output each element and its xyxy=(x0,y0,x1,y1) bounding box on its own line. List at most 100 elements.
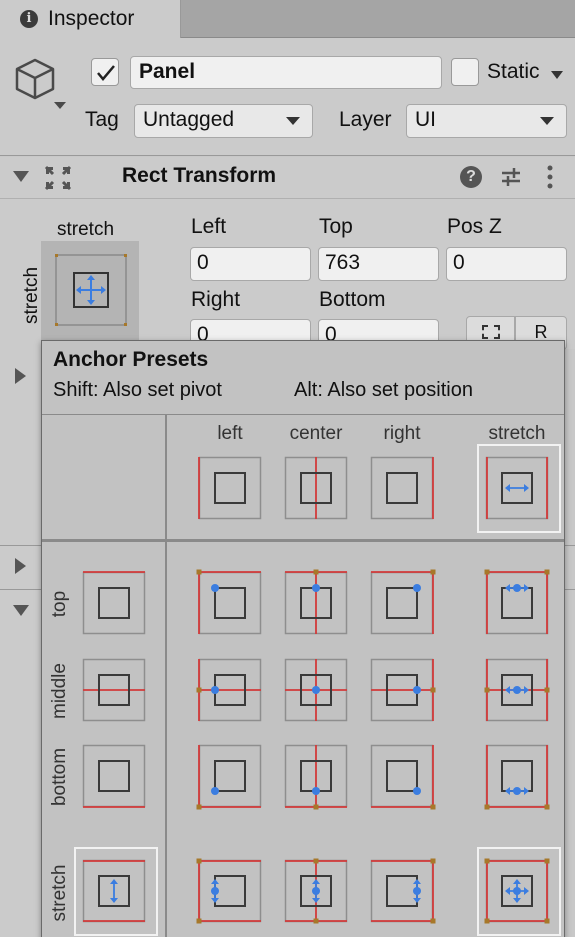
anchor-preset-stretch-stretch[interactable] xyxy=(477,847,561,936)
foldout-arrow-icon[interactable] xyxy=(15,558,26,574)
anchor-preset-icon xyxy=(196,858,262,924)
anchor-preset-icon xyxy=(198,456,262,520)
row-header-top: top xyxy=(49,590,70,618)
foldout-arrow-icon[interactable] xyxy=(13,605,29,616)
left-field[interactable]: 0 xyxy=(190,247,311,281)
posz-label: Pos Z xyxy=(447,215,502,238)
anchor-preset-icon xyxy=(484,858,550,924)
anchor-preset-middle-center[interactable] xyxy=(284,658,348,722)
anchor-preset-bottom-center[interactable] xyxy=(284,744,348,810)
anchor-preset-none-stretch[interactable] xyxy=(477,444,561,533)
anchor-preset-stretch-center[interactable] xyxy=(284,858,348,924)
foldout-arrow-icon[interactable] xyxy=(13,171,29,182)
top-field[interactable]: 763 xyxy=(318,247,439,281)
left-label: Left xyxy=(191,215,227,238)
anchor-preset-icon xyxy=(196,658,262,722)
anchor-preset-icon xyxy=(485,456,549,520)
right-label: Right xyxy=(191,288,241,311)
posz-field[interactable]: 0 xyxy=(446,247,567,281)
divider xyxy=(165,415,167,937)
anchor-preset-top-right[interactable] xyxy=(370,569,436,635)
anchor-preset-icon xyxy=(284,858,348,924)
anchor-stretch-icon xyxy=(55,254,127,326)
anchor-preset-bottom-stretch[interactable] xyxy=(484,744,550,810)
anchor-preset-icon xyxy=(196,744,262,810)
active-checkbox[interactable] xyxy=(91,58,119,86)
underlying-panel xyxy=(0,349,41,937)
component-title: Rect Transform xyxy=(122,164,277,187)
divider xyxy=(0,545,41,546)
anchor-preset-icon xyxy=(370,858,436,924)
anchor-preset-middle-none[interactable] xyxy=(82,658,146,722)
anchor-preset-icon xyxy=(370,456,434,520)
gameobject-cube-icon[interactable] xyxy=(14,58,66,112)
chevron-down-icon xyxy=(286,117,300,125)
preset-settings-icon[interactable] xyxy=(500,166,522,188)
info-icon: i xyxy=(20,10,38,28)
divider xyxy=(42,414,564,415)
anchor-preset-icon xyxy=(82,859,146,923)
divider xyxy=(565,589,575,590)
layer-label: Layer xyxy=(339,108,392,131)
static-label: Static xyxy=(487,60,540,83)
anchor-preset-stretch-right[interactable] xyxy=(370,858,436,924)
anchor-preset-middle-left[interactable] xyxy=(196,658,262,722)
anchor-preset-none-right[interactable] xyxy=(370,456,434,520)
name-field[interactable]: Panel xyxy=(130,56,442,89)
row-header-middle: middle xyxy=(49,663,70,719)
foldout-arrow-icon[interactable] xyxy=(15,368,26,384)
anchor-preset-icon xyxy=(82,571,146,635)
column-header-center: center xyxy=(289,423,343,444)
divider xyxy=(42,539,564,542)
layer-value: UI xyxy=(415,108,436,131)
anchor-preset-stretch-none[interactable] xyxy=(74,847,158,936)
row-header-bottom: bottom xyxy=(49,747,70,807)
rect-transform-icon xyxy=(44,165,72,191)
anchor-preset-icon xyxy=(370,569,436,635)
anchor-presets-button[interactable] xyxy=(41,241,139,341)
bottom-label: Bottom xyxy=(319,288,386,311)
static-dropdown-icon[interactable] xyxy=(551,71,563,79)
anchor-preset-bottom-left[interactable] xyxy=(196,744,262,810)
anchor-preset-top-left[interactable] xyxy=(196,569,262,635)
anchor-preset-icon xyxy=(284,658,348,722)
anchor-preset-icon xyxy=(284,569,348,635)
anchor-preset-icon xyxy=(196,569,262,635)
divider xyxy=(0,589,41,590)
anchor-preset-none-left[interactable] xyxy=(198,456,262,520)
column-header-stretch: stretch xyxy=(488,423,546,444)
tab-label: Inspector xyxy=(48,7,135,30)
anchor-preset-top-stretch[interactable] xyxy=(484,569,550,635)
static-checkbox[interactable] xyxy=(451,58,479,86)
tag-dropdown[interactable]: Untagged xyxy=(134,104,313,138)
anchor-preset-middle-right[interactable] xyxy=(370,658,436,722)
anchor-preset-icon xyxy=(82,658,146,722)
anchor-preset-icon xyxy=(484,569,550,635)
tag-label: Tag xyxy=(85,108,119,131)
anchor-v-label: stretch xyxy=(21,266,42,324)
rect-transform-header[interactable]: Rect Transform ? xyxy=(0,157,575,199)
column-header-right: right xyxy=(383,423,421,444)
layer-dropdown[interactable]: UI xyxy=(406,104,567,138)
blueprint-icon xyxy=(482,325,500,339)
anchor-preset-bottom-right[interactable] xyxy=(370,744,436,810)
anchor-preset-none-center[interactable] xyxy=(284,456,348,520)
more-menu-icon[interactable] xyxy=(546,165,554,189)
anchor-preset-top-center[interactable] xyxy=(284,569,348,635)
anchor-preset-icon xyxy=(284,456,348,520)
checkmark-icon xyxy=(97,65,115,81)
column-header-left: left xyxy=(217,423,243,444)
anchor-preset-top-none[interactable] xyxy=(82,571,146,635)
anchor-preset-middle-stretch[interactable] xyxy=(484,658,550,722)
anchor-preset-stretch-left[interactable] xyxy=(196,858,262,924)
chevron-down-icon xyxy=(540,117,554,125)
anchor-preset-bottom-none[interactable] xyxy=(82,744,146,808)
inspector-tab[interactable]: i Inspector xyxy=(0,0,181,38)
gameobject-header: Panel Static Tag Untagged Layer UI xyxy=(0,38,575,156)
help-icon[interactable]: ? xyxy=(460,166,482,188)
anchor-h-label: stretch xyxy=(57,219,115,240)
rect-transform-body: stretch stretch Left Top Pos Z 0 763 0 R… xyxy=(0,199,575,353)
divider xyxy=(565,545,575,546)
alt-hint: Alt: Also set position xyxy=(294,379,473,401)
top-label: Top xyxy=(319,215,353,238)
